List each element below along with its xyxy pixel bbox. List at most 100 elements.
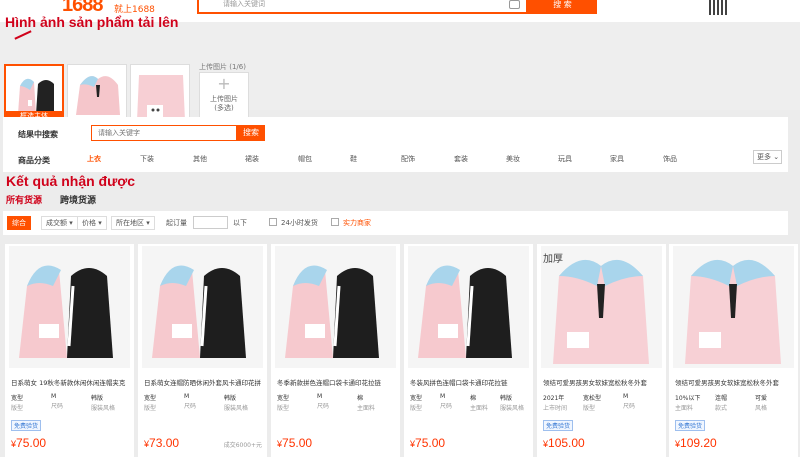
- main-search-button[interactable]: 搜 索: [528, 0, 597, 14]
- sort-volume[interactable]: 成交额 ▾: [41, 216, 78, 230]
- attr-key: 服装风格: [224, 405, 249, 412]
- attr-value: 韩版: [91, 395, 104, 402]
- tab-all-sources[interactable]: 所有货源: [6, 193, 42, 206]
- product-attr: 宽型 版型: [11, 393, 51, 412]
- jacket-image: [673, 246, 794, 368]
- product-title[interactable]: 冬季新款拼色连帽口袋卡通印花拉链: [277, 377, 395, 387]
- product-title[interactable]: 日系萌女 19秋冬新款休闲休闲连帽夹克: [11, 377, 129, 387]
- product-attr: M 尺码: [623, 393, 663, 410]
- sold-count: 成交6000+元: [223, 442, 262, 449]
- product-price: ¥75.00: [277, 436, 312, 450]
- product-card[interactable]: 冬装风拼色连帽口袋卡通印花拉链 宽型 版型 M 尺码 棉主面料 韩版 服装风格 ¥75…: [404, 244, 533, 457]
- main-search-input[interactable]: 请输入关键词: [197, 0, 528, 14]
- upload-button-sublabel: (多选): [214, 104, 234, 112]
- strong-merchant-label: 实力商家: [343, 219, 371, 227]
- ship-24h-checkbox[interactable]: [269, 218, 277, 226]
- category-item[interactable]: 下装: [140, 154, 154, 164]
- min-order-label: 起订量: [166, 219, 187, 227]
- attr-key: 版型: [11, 405, 24, 412]
- sort-price-label: 价格: [82, 219, 96, 227]
- category-item[interactable]: 上衣: [87, 154, 101, 164]
- strong-merchant-checkbox[interactable]: [331, 218, 339, 226]
- main-search-placeholder: 请输入关键词: [223, 0, 265, 8]
- category-item[interactable]: 其他: [193, 154, 207, 164]
- category-item[interactable]: 家具: [610, 154, 624, 164]
- min-order-input[interactable]: [193, 216, 228, 229]
- product-card[interactable]: 冬季新款拼色连帽口袋卡通印花拉链 宽型 版型 M 尺码 棉主面料 ¥75.00: [271, 244, 400, 457]
- attr-value: 可爱: [755, 395, 768, 402]
- product-image[interactable]: [275, 246, 396, 368]
- category-item[interactable]: 帽包: [298, 154, 312, 164]
- uploaded-thumbnail[interactable]: [130, 64, 190, 124]
- search-in-results-button[interactable]: 搜索: [237, 125, 265, 141]
- product-image[interactable]: [673, 246, 794, 368]
- product-card[interactable]: 领结可爱男孩男女软妹宽松秋冬外套 10%以下 主面料 连帽 款式 可爱 风格 免费验货…: [669, 244, 798, 457]
- category-item[interactable]: 玩具: [558, 154, 572, 164]
- sort-price[interactable]: 价格 ▾: [77, 216, 107, 230]
- more-categories-dropdown[interactable]: 更多 ⌄: [753, 150, 782, 164]
- chevron-down-icon: ⌄: [773, 153, 780, 161]
- product-card[interactable]: 加厚 领结可爱男孩男女软妹宽松秋冬外套 2021年 上市时间 宽松型 版型 M 尺码 …: [537, 244, 666, 457]
- search-in-results-field[interactable]: [91, 125, 237, 141]
- product-price: ¥75.00: [11, 436, 46, 450]
- product-image[interactable]: 加厚: [541, 246, 662, 368]
- attr-value: 韩版: [224, 395, 237, 402]
- attr-value: M: [51, 393, 57, 400]
- product-attr: 10%以下 主面料: [675, 393, 715, 412]
- attr-key: 尺码: [317, 403, 330, 410]
- product-title[interactable]: 冬装风拼色连帽口袋卡通印花拉链: [410, 377, 528, 387]
- price-value: 105.00: [548, 436, 585, 450]
- attr-key: 上市时间: [543, 405, 568, 412]
- product-attr: 宽型 版型: [144, 393, 184, 412]
- product-title[interactable]: 日系萌女连帽防晒休闲外套风卡通印花拼: [144, 377, 262, 387]
- attr-value: 2021年: [543, 395, 565, 402]
- product-price: ¥75.00: [410, 436, 445, 450]
- attr-key: 版型: [144, 405, 157, 412]
- attr-value: 10%以下: [675, 395, 701, 402]
- uploaded-thumbnail[interactable]: [67, 64, 127, 124]
- product-image[interactable]: [408, 246, 529, 368]
- attr-value: M: [623, 393, 629, 400]
- page: 1688 就上1688 请输入关键词 搜 索 框选主体 上传图片 (1/6) +…: [0, 0, 800, 457]
- search-in-results-label: 结果中搜索: [18, 130, 58, 139]
- attr-key: 版型: [277, 405, 290, 412]
- product-title[interactable]: 领结可爱男孩男女软妹宽松秋冬外套: [675, 377, 793, 387]
- product-attr: 韩版 服装风格: [91, 393, 131, 412]
- tab-cross-border-sources[interactable]: 跨境货源: [60, 193, 96, 206]
- attr-value: 宽松型: [583, 395, 602, 402]
- attr-value: 连帽: [715, 395, 728, 402]
- category-item[interactable]: 裙装: [245, 154, 259, 164]
- category-item[interactable]: 套装: [454, 154, 468, 164]
- attr-key: 服装风格: [500, 405, 525, 412]
- filter-panel: 结果中搜索 搜索 商品分类 上衣 下装 其他 裙装 帽包 鞋 配饰 套装 美妆 …: [3, 117, 788, 172]
- annotation-uploaded-images: Hình ảnh sản phẩm tải lên: [5, 14, 179, 30]
- jacket-image: [275, 246, 396, 368]
- product-price: ¥105.00: [543, 436, 585, 450]
- attr-value: 棉: [357, 395, 364, 402]
- location-filter[interactable]: 所在地区 ▾: [111, 216, 155, 230]
- chevron-down-icon: ▾: [69, 219, 73, 227]
- product-card[interactable]: 日系萌女 19秋冬新款休闲休闲连帽夹克 宽型 版型 M 尺码 韩版 服装风格 免费验货…: [5, 244, 134, 457]
- product-card[interactable]: 日系萌女连帽防晒休闲外套风卡通印花拼 宽型 版型 M 尺码 韩版 服装风格 ¥73.0…: [138, 244, 267, 457]
- ship-24h-label: 24小时发货: [281, 219, 318, 227]
- sort-bar: 综合 成交额 ▾ 价格 ▾ 所在地区 ▾ 起订量 以下 24小时发货 实力商家: [3, 211, 788, 235]
- product-price: ¥73.00: [144, 436, 179, 450]
- uploaded-thumbnail-selected[interactable]: 框选主体: [4, 64, 64, 124]
- product-attr: 宽型 版型: [277, 393, 317, 412]
- product-attr: 宽松型 版型: [583, 393, 623, 412]
- search-in-results-input[interactable]: [92, 126, 236, 140]
- camera-icon[interactable]: [509, 0, 520, 9]
- category-item[interactable]: 美妆: [506, 154, 520, 164]
- category-item[interactable]: 饰品: [663, 154, 677, 164]
- attr-key: 尺码: [51, 403, 64, 410]
- product-image[interactable]: [142, 246, 263, 368]
- sort-comprehensive[interactable]: 综合: [7, 216, 31, 230]
- attr-value: 宽型: [277, 395, 290, 402]
- product-attr: 韩版 服装风格: [224, 393, 264, 412]
- product-image[interactable]: [9, 246, 130, 368]
- product-title[interactable]: 领结可爱男孩男女软妹宽松秋冬外套: [543, 377, 661, 387]
- category-item[interactable]: 鞋: [350, 154, 357, 164]
- price-value: 75.00: [16, 436, 47, 450]
- product-attr: 棉主面料: [357, 393, 397, 412]
- category-item[interactable]: 配饰: [401, 154, 415, 164]
